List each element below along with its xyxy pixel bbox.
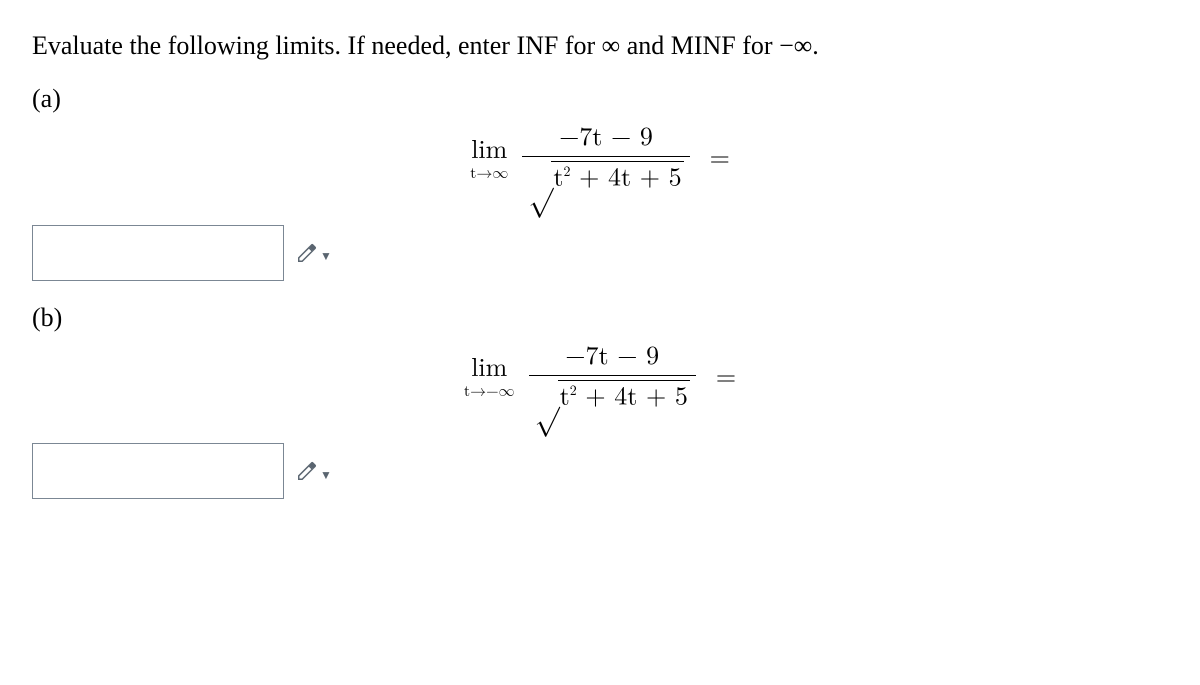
answer-row-b: ▼ bbox=[32, 443, 1168, 499]
numerator-b: −7t − 9 bbox=[559, 343, 665, 375]
part-a-label: (a) bbox=[32, 84, 1168, 114]
answer-input-a[interactable] bbox=[32, 225, 284, 281]
den-exp: 2 bbox=[570, 384, 577, 398]
answer-input-b[interactable] bbox=[32, 443, 284, 499]
equals-sign-b: = bbox=[716, 363, 736, 394]
equals-sign-a: = bbox=[710, 144, 730, 175]
den-var: t bbox=[560, 384, 570, 410]
den-rest: + 4t + 5 bbox=[571, 166, 682, 192]
lim-text: lim bbox=[471, 356, 507, 382]
den-var: t bbox=[553, 166, 563, 192]
answer-row-a: ▼ bbox=[32, 225, 1168, 281]
fraction-b: −7t − 9 √ t2 + 4t + 5 bbox=[529, 343, 696, 413]
den-rest: + 4t + 5 bbox=[577, 384, 688, 410]
sqrt-content-a: t2 + 4t + 5 bbox=[551, 161, 683, 195]
equation-a: lim t→∞ −7t − 9 √ t2 + 4t + 5 = bbox=[32, 124, 1168, 194]
chevron-down-icon: ▼ bbox=[320, 468, 332, 483]
denominator-a: √ t2 + 4t + 5 bbox=[522, 156, 689, 195]
numerator-a: −7t − 9 bbox=[553, 124, 659, 156]
sqrt-icon: √ bbox=[528, 165, 553, 199]
equation-editor-button-b[interactable]: ▼ bbox=[296, 460, 332, 482]
lim-text: lim bbox=[471, 138, 507, 164]
den-exp: 2 bbox=[564, 165, 571, 179]
fraction-a: −7t − 9 √ t2 + 4t + 5 bbox=[522, 124, 689, 194]
sqrt-content-b: t2 + 4t + 5 bbox=[558, 380, 690, 414]
lim-subscript: t→−∞ bbox=[464, 384, 515, 400]
chevron-down-icon: ▼ bbox=[320, 249, 332, 264]
sqrt-icon: √ bbox=[535, 384, 560, 418]
denominator-b: √ t2 + 4t + 5 bbox=[529, 375, 696, 414]
instruction-text: Evaluate the following limits. If needed… bbox=[32, 28, 1168, 64]
pencil-icon bbox=[296, 242, 318, 264]
part-b-label: (b) bbox=[32, 303, 1168, 333]
equation-editor-button-a[interactable]: ▼ bbox=[296, 242, 332, 264]
equation-b: lim t→−∞ −7t − 9 √ t2 + 4t + 5 = bbox=[32, 343, 1168, 413]
limit-operator-b: lim t→−∞ bbox=[464, 356, 515, 400]
pencil-icon bbox=[296, 460, 318, 482]
limit-operator-a: lim t→∞ bbox=[470, 138, 508, 182]
lim-subscript: t→∞ bbox=[470, 166, 508, 182]
